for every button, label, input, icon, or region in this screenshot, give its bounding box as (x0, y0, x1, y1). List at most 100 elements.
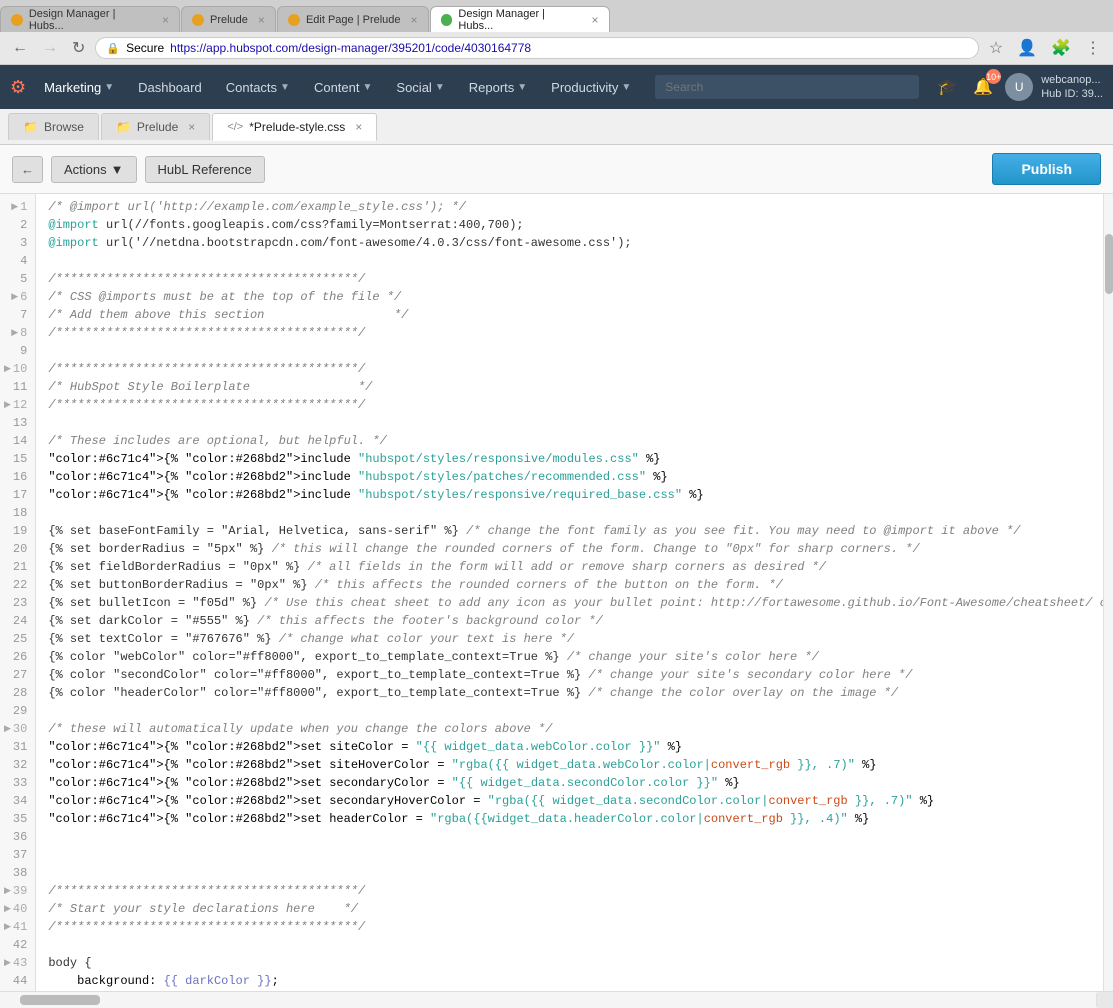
editor-tabs: 📁 Browse 📁 Prelude × </> *Prelude-style.… (0, 109, 1113, 145)
horizontal-scrollbar[interactable] (0, 993, 1097, 1007)
editor-container: ▶12345▶67▶89▶1011▶1213141516171819202122… (0, 194, 1113, 991)
line-number: 35 (0, 810, 35, 828)
line-number: ▶43 (0, 954, 35, 972)
academy-icon[interactable]: 🎓 (933, 73, 961, 101)
line-number: 42 (0, 936, 35, 954)
publish-button[interactable]: Publish (992, 153, 1101, 185)
code-line: {% set darkColor = "#555" %} /* this aff… (36, 612, 1103, 630)
line-number: ▶30 (0, 720, 35, 738)
code-line (36, 252, 1103, 270)
code-line: /* @import url('http://example.com/examp… (36, 198, 1103, 216)
line-number: 32 (0, 756, 35, 774)
code-line: "color:#6c71c4">{% "color:#268bd2">set h… (36, 810, 1103, 828)
back-button[interactable]: ← (12, 156, 43, 183)
secure-label: Secure (126, 41, 164, 55)
nav-search[interactable] (655, 75, 919, 99)
code-line: "color:#6c71c4">{% "color:#268bd2">set s… (36, 792, 1103, 810)
hub-id: Hub ID: 39... (1041, 87, 1103, 101)
back-button[interactable]: ← (8, 37, 32, 59)
browser-tab-4[interactable]: Design Manager | Hubs... × (430, 6, 610, 32)
line-number: 11 (0, 378, 35, 396)
nav-marketing[interactable]: Marketing ▼ (34, 76, 124, 99)
close-prelude-style-tab[interactable]: × (355, 120, 362, 134)
code-line (36, 504, 1103, 522)
close-tab-1[interactable]: × (162, 13, 169, 27)
nav-reports-arrow: ▼ (517, 82, 527, 93)
browser-tab-3[interactable]: Edit Page | Prelude × (277, 6, 429, 32)
code-line: /* Start your style declarations here */ (36, 900, 1103, 918)
vertical-scrollbar[interactable] (1103, 194, 1113, 991)
lock-icon: 🔒 (106, 42, 120, 55)
code-line: /* Add them above this section */ (36, 306, 1103, 324)
code-line: font-family: {{ baseFontFamily }}; (36, 990, 1103, 991)
hubspot-logo: ⚙ (10, 77, 26, 98)
tab-favicon-3 (288, 14, 300, 26)
code-line: "color:#6c71c4">{% "color:#268bd2">inclu… (36, 486, 1103, 504)
menu-icon[interactable]: ⋮ (1081, 36, 1105, 60)
line-number: 5 (0, 270, 35, 288)
nav-contacts[interactable]: Contacts ▼ (216, 76, 300, 99)
reload-button[interactable]: ↻ (68, 36, 89, 60)
user-info: webcanop... Hub ID: 39... (1041, 73, 1103, 102)
browser-tab-2[interactable]: Prelude × (181, 6, 276, 32)
toolbar: ← Actions ▼ HubL Reference Publish (0, 145, 1113, 194)
nav-social[interactable]: Social ▼ (386, 76, 454, 99)
notification-count: 10+ (986, 69, 1001, 84)
code-line: background: {{ darkColor }}; (36, 972, 1103, 990)
browse-folder-icon: 📁 (23, 120, 38, 134)
tab-favicon-1 (11, 14, 23, 26)
line-number: 15 (0, 450, 35, 468)
prelude-tab-label: Prelude (137, 120, 178, 134)
line-number: 44 (0, 972, 35, 990)
close-tab-2[interactable]: × (258, 13, 265, 27)
code-line: /***************************************… (36, 396, 1103, 414)
extensions-icon[interactable]: 🧩 (1047, 36, 1075, 60)
code-line: {% set buttonBorderRadius = "0px" %} /* … (36, 576, 1103, 594)
search-input[interactable] (655, 75, 919, 99)
line-number: ▶12 (0, 396, 35, 414)
close-tab-3[interactable]: × (411, 13, 418, 27)
line-number: ▶40 (0, 900, 35, 918)
scrollbar-thumb[interactable] (1105, 234, 1113, 294)
line-number: 14 (0, 432, 35, 450)
forward-button[interactable]: → (38, 37, 62, 59)
nav-reports[interactable]: Reports ▼ (459, 76, 537, 99)
address-bar[interactable]: 🔒 Secure https://app.hubspot.com/design-… (95, 37, 978, 59)
tab-prelude[interactable]: 📁 Prelude × (101, 113, 210, 140)
hubl-reference-button[interactable]: HubL Reference (145, 156, 265, 183)
code-line: /***************************************… (36, 918, 1103, 936)
avatar[interactable]: U (1005, 73, 1033, 101)
code-line (36, 414, 1103, 432)
line-number: ▶39 (0, 882, 35, 900)
code-line: /* CSS @imports must be at the top of th… (36, 288, 1103, 306)
bottom-bar (0, 991, 1113, 1007)
code-line (36, 828, 1103, 846)
nav-productivity[interactable]: Productivity ▼ (541, 76, 641, 99)
code-line: {% set fieldBorderRadius = "0px" %} /* a… (36, 558, 1103, 576)
code-line: body { (36, 954, 1103, 972)
tab-favicon-2 (192, 14, 204, 26)
line-number: 7 (0, 306, 35, 324)
code-area[interactable]: /* @import url('http://example.com/examp… (36, 194, 1103, 991)
tab-label-2: Prelude (210, 14, 248, 26)
tab-bar: Design Manager | Hubs... × Prelude × Edi… (0, 0, 1113, 32)
h-scrollbar-thumb[interactable] (20, 995, 100, 1005)
tab-browse[interactable]: 📁 Browse (8, 113, 99, 140)
line-number: ▶41 (0, 918, 35, 936)
nav-right: 🎓 🔔 10+ U webcanop... Hub ID: 39... (933, 73, 1103, 102)
browser-tab-1[interactable]: Design Manager | Hubs... × (0, 6, 180, 32)
line-number: 3 (0, 234, 35, 252)
line-number: 29 (0, 702, 35, 720)
prelude-style-tab-label: *Prelude-style.css (249, 120, 345, 134)
browse-tab-label: Browse (44, 120, 84, 134)
user-profile-icon[interactable]: 👤 (1013, 36, 1041, 60)
close-prelude-tab[interactable]: × (188, 120, 195, 134)
nav-content[interactable]: Content ▼ (304, 76, 382, 99)
code-line: {% set baseFontFamily = "Arial, Helvetic… (36, 522, 1103, 540)
star-icon[interactable]: ☆ (985, 36, 1007, 60)
tab-prelude-style[interactable]: </> *Prelude-style.css × (212, 113, 377, 141)
close-tab-4[interactable]: × (592, 13, 599, 27)
line-number: 2 (0, 216, 35, 234)
nav-dashboard[interactable]: Dashboard (128, 76, 212, 99)
actions-button[interactable]: Actions ▼ (51, 156, 137, 183)
